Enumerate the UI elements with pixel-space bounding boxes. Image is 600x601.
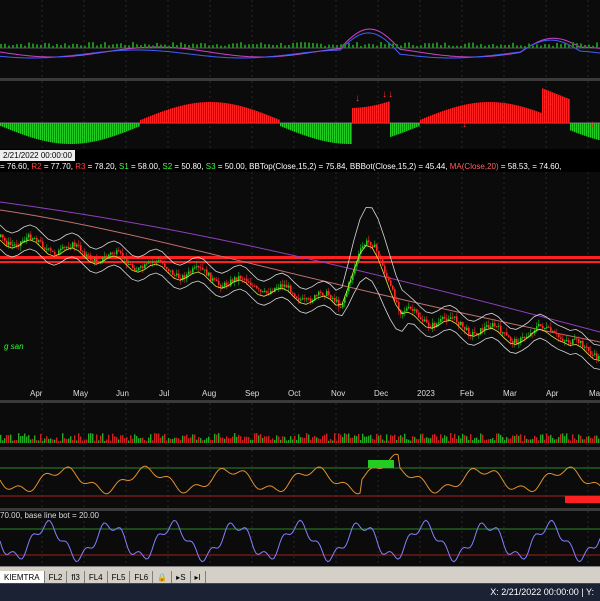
price-pane[interactable]: g san [0,172,600,388]
legend-item: S3 [205,162,216,171]
cursor-coords: X: 2/21/2022 00:00:00 | Y: [490,587,594,597]
x-axis-label: Feb [460,389,474,398]
legend-item: S2 [162,162,173,171]
mid-ma-line [0,209,600,343]
overbought-fill [368,460,394,468]
legend-item: R2 [31,162,42,171]
status-bar: X: 2/21/2022 00:00:00 | Y: [0,583,600,601]
x-axis-label: Jul [159,389,170,398]
macd-line-pane[interactable] [0,0,600,78]
x-axis-label: Mar [503,389,517,398]
legend-item: = 78.20, [85,162,120,171]
x-axis-label: May [589,389,600,398]
x-axis-label: Aug [202,389,217,398]
volume-pane[interactable] [0,403,600,447]
arrow-marker: ↓ [388,89,393,100]
bb-top-line [0,207,600,346]
volume-plot [0,403,600,447]
sheet-tab-bar: KIEMTRA FL2 fl3 FL4 FL5 FL6 🔒 ▸S ▸I [0,566,600,585]
x-axis-label: Apr [30,389,43,398]
legend-item: R3 [75,162,86,171]
histogram-pane[interactable]: ↓ ↓ ↓ ↓ ↓ ↓ [0,81,600,149]
stoch-pane[interactable]: 70.00, base line bot = 20.00 [0,511,600,566]
legend-item: = 50.00, BBTop(Close,15,2) = 75.84, BBBo… [215,162,450,171]
x-axis-label: Apr [546,389,559,398]
arrow-marker: ↓ [462,119,467,130]
indicator-label: 70.00, base line bot = 20.00 [0,511,99,520]
x-axis-label: Oct [288,389,301,398]
x-axis: Apr May Jun Jul Aug Sep Oct Nov Dec 2023 Feb Mar Apr… [0,388,600,400]
cursor-date-box: 2/21/2022 00:00:00 [0,150,75,161]
bb-bottom-line [0,248,600,370]
legend-item: = 74.60, [530,162,562,171]
x-axis-label: Dec [374,389,389,398]
arrow-marker: ↓ [548,97,553,108]
price-plot [0,172,600,388]
long-ma-line [0,201,600,333]
rsi-pane[interactable] [0,450,600,508]
legend-item: = 50.80, [172,162,206,171]
x-axis-label: Sep [245,389,260,398]
x-axis-label: May [73,389,89,398]
legend-item: = 76.60, [0,162,32,171]
x-axis-label: 2023 [417,389,435,398]
legend-item: = 77.70, [41,162,76,171]
macd-line-plot [0,0,600,78]
arrow-marker: ↓ [590,119,595,130]
oversold-fill [565,496,600,503]
rsi-line [0,453,600,495]
rsi-plot [0,450,600,508]
arrow-marker: ↓ [382,89,387,100]
x-axis-label: Nov [331,389,346,398]
histogram-plot: ↓ ↓ ↓↓↓↓ [0,81,600,149]
legend-item: MA(Close,20) [449,162,499,171]
watermark-label: g san [4,342,24,351]
legend-item: S1 [119,162,129,171]
x-axis-label: Jun [116,389,129,398]
legend-line: = 76.60, R2 = 77.70, R3 = 78.20, S1 = 58… [0,161,600,172]
arrow-marker: ↓ [355,93,360,104]
legend-item: = 58.00, [128,162,163,171]
legend-item: = 58.53, [498,162,531,171]
